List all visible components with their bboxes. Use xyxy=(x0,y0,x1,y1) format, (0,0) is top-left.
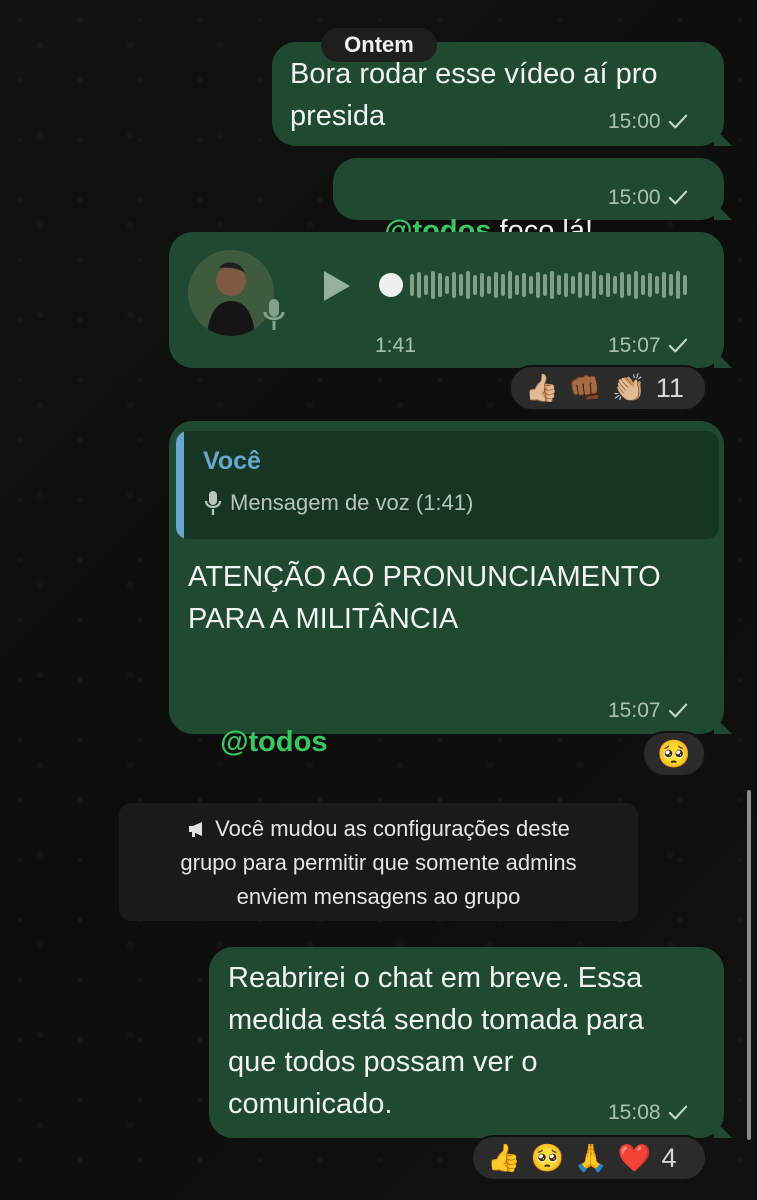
message-time: 15:00 xyxy=(608,186,661,209)
system-line-1: Você mudou as configurações deste xyxy=(119,812,638,846)
message-meta: 15:07 xyxy=(608,699,689,723)
reply-preview[interactable]: Você Mensagem de voz (1:41) xyxy=(176,431,719,539)
date-separator: Ontem xyxy=(321,28,437,62)
reaction-count: 11 xyxy=(655,372,684,403)
voice-duration: 1:41 xyxy=(375,334,416,357)
check-icon xyxy=(668,190,687,205)
reply-author: Você xyxy=(203,447,261,475)
system-text-line: Você mudou as configurações deste xyxy=(215,816,570,841)
reaction-summary[interactable]: 👍 🥺 🙏 ❤️ 4 xyxy=(471,1135,707,1181)
message-bubble[interactable]: @todos foco lá! 15:00 xyxy=(333,158,724,247)
message-time: 15:07 xyxy=(608,334,661,357)
check-icon xyxy=(668,114,687,129)
voice-waveform[interactable] xyxy=(379,268,695,302)
message-time: 15:00 xyxy=(608,110,661,133)
reaction-emoji: 👍 xyxy=(487,1143,521,1173)
message-meta: 15:00 xyxy=(608,110,689,134)
reaction-summary[interactable]: 🥺 xyxy=(642,731,706,777)
system-line-3: enviem mensagens ao grupo xyxy=(236,884,521,909)
mention-todos[interactable]: @todos xyxy=(220,726,327,758)
microphone-icon xyxy=(263,299,285,330)
megaphone-icon xyxy=(189,822,203,837)
reply-preview-text: Mensagem de voz (1:41) xyxy=(230,490,474,515)
reaction-emoji: 🙏 xyxy=(574,1143,608,1173)
reply-preview-line: Mensagem de voz (1:41) xyxy=(204,489,473,517)
reaction-count: 4 xyxy=(661,1142,677,1173)
play-icon[interactable] xyxy=(318,268,354,304)
reaction-summary[interactable]: 👍🏼 👊🏾 👏🏼 11 xyxy=(509,365,707,411)
check-icon xyxy=(668,703,687,718)
reply-accent-bar xyxy=(176,431,184,539)
message-time: 15:08 xyxy=(608,1101,661,1124)
message-mention-line: @todos xyxy=(188,679,327,805)
microphone-icon xyxy=(204,491,222,515)
check-icon xyxy=(668,338,687,353)
message-text: ATENÇÃO AO PRONUNCIAMENTO PARA A MILITÂN… xyxy=(188,561,661,635)
reaction-emoji: ❤️ xyxy=(617,1143,652,1173)
system-line-2: grupo para permitir que somente admins xyxy=(180,850,577,875)
reaction-emoji: 🥺 xyxy=(530,1143,565,1173)
message-meta: 15:07 xyxy=(608,334,689,358)
check-icon xyxy=(668,1105,687,1120)
system-message: Você mudou as configurações deste grupo … xyxy=(119,803,638,921)
message-text: Reabrirei o chat em breve. Essa medida e… xyxy=(228,962,644,1120)
voice-duration-meta: 1:41 xyxy=(375,334,416,358)
message-bubble[interactable]: Reabrirei o chat em breve. Essa medida e… xyxy=(209,947,724,1138)
reaction-emoji: 👏🏼 xyxy=(612,373,646,403)
message-time: 15:07 xyxy=(608,699,661,722)
chat-scrollbar[interactable] xyxy=(747,790,751,1140)
message-meta: 15:00 xyxy=(608,186,689,210)
reaction-emoji: 👊🏾 xyxy=(568,373,603,403)
reaction-emoji: 🥺 xyxy=(657,739,691,769)
message-meta: 15:08 xyxy=(608,1101,689,1125)
reaction-emoji: 👍🏼 xyxy=(525,373,559,403)
